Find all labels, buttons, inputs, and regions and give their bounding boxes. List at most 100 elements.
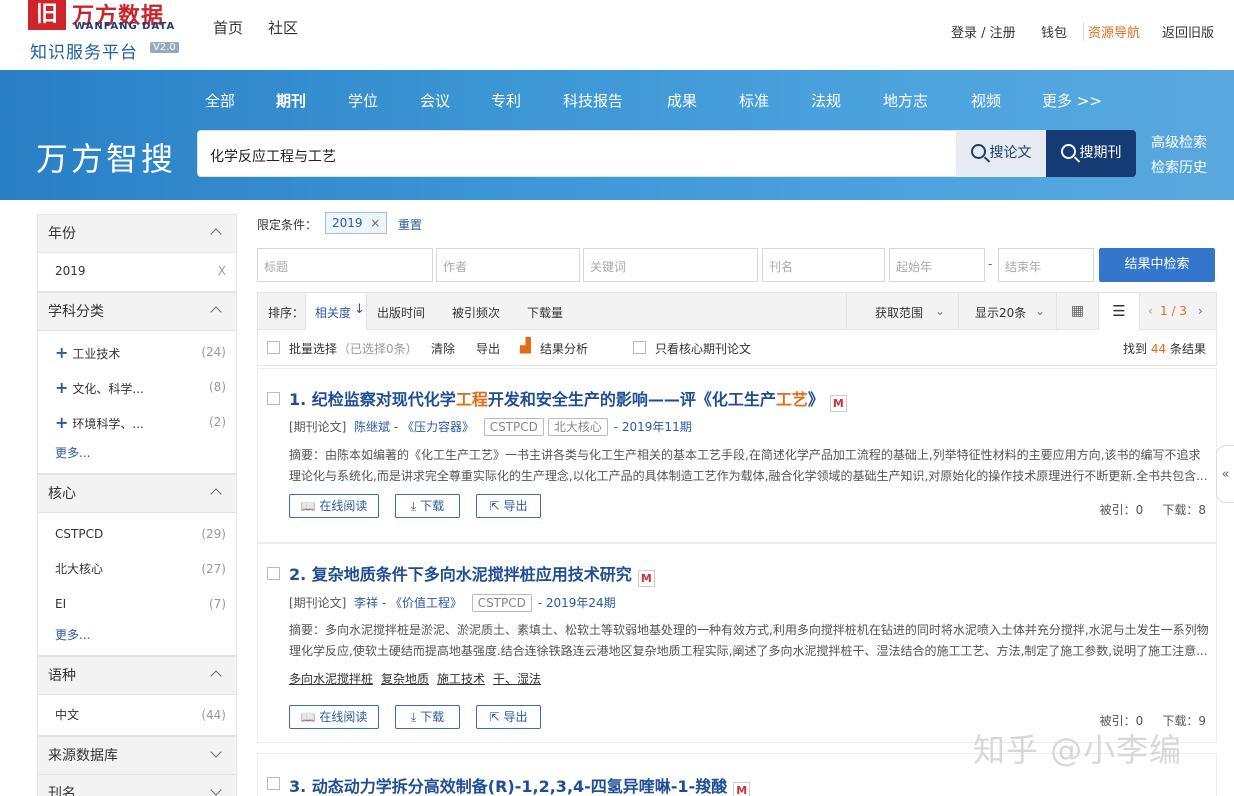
- read-online-button[interactable]: 📖 在线阅读: [289, 705, 379, 729]
- watermark: 知乎 @小李编: [973, 731, 1183, 769]
- facet-header[interactable]: 核心: [38, 475, 236, 513]
- chevron-down-icon: ⌄: [935, 304, 946, 318]
- search-journals-button[interactable]: 搜期刊: [1046, 130, 1136, 177]
- keyword-field[interactable]: 关键词: [583, 248, 758, 282]
- facet-header[interactable]: 年份: [38, 215, 236, 253]
- category-all[interactable]: 全部: [205, 90, 235, 111]
- facet-journal-name: 刊名: [37, 774, 237, 796]
- category-video[interactable]: 视频: [971, 90, 1001, 111]
- category-tech-report[interactable]: 科技报告: [563, 90, 623, 111]
- facet-item[interactable]: CSTPCD (29): [38, 517, 236, 552]
- category-achievement[interactable]: 成果: [667, 90, 697, 111]
- grid-view-icon[interactable]: ▦: [1056, 293, 1098, 330]
- author-link[interactable]: 陈继斌: [354, 420, 390, 434]
- result-checkbox[interactable]: [267, 777, 280, 790]
- list-view-icon[interactable]: ☰: [1098, 293, 1140, 330]
- filter-chip-2019[interactable]: 2019 ×: [325, 212, 388, 234]
- batch-select-label[interactable]: 批量选择: [289, 340, 337, 357]
- old-version-link[interactable]: 返回旧版: [1162, 22, 1214, 41]
- core-only-checkbox[interactable]: [633, 341, 646, 354]
- issue-link[interactable]: 2019年24期: [546, 596, 616, 610]
- facet-header[interactable]: 刊名: [38, 775, 236, 796]
- start-year-field[interactable]: 起始年: [889, 248, 985, 282]
- journal-link[interactable]: 《价值工程》: [390, 596, 462, 610]
- prev-page-icon[interactable]: ‹: [1148, 304, 1153, 318]
- select-all-checkbox[interactable]: [267, 341, 280, 354]
- export-link[interactable]: 导出: [476, 340, 500, 357]
- facet-header[interactable]: 学科分类: [38, 293, 236, 331]
- journal-link[interactable]: 《压力容器》: [402, 420, 474, 434]
- facet-item[interactable]: EI (7): [38, 587, 236, 622]
- facet-header[interactable]: 语种: [38, 657, 236, 695]
- clear-link[interactable]: 清除: [431, 340, 455, 357]
- sort-citations[interactable]: 被引频次: [452, 304, 500, 321]
- read-online-button[interactable]: 📖 在线阅读: [289, 494, 379, 518]
- sort-downloads[interactable]: 下载量: [527, 304, 563, 321]
- sort-pub-date[interactable]: 出版时间: [377, 304, 425, 321]
- per-page-dropdown[interactable]: 显示20条 ⌄: [958, 293, 1056, 330]
- nav-home[interactable]: 首页: [213, 17, 243, 38]
- download-button[interactable]: ⤓ 下载: [395, 705, 460, 729]
- facet-item[interactable]: + 工业技术 (24): [38, 335, 236, 370]
- result-title[interactable]: 1. 纪检监察对现代化学工程开发和安全生产的影响——评《化工生产工艺》 M: [289, 386, 847, 412]
- issue-link[interactable]: 2019年11期: [622, 420, 692, 434]
- search-papers-button[interactable]: 搜论文: [956, 130, 1046, 177]
- close-icon[interactable]: ×: [370, 216, 380, 230]
- book-icon: 📖: [300, 499, 316, 513]
- nav-community[interactable]: 社区: [268, 17, 298, 38]
- category-standard[interactable]: 标准: [739, 90, 769, 111]
- result-checkbox[interactable]: [267, 392, 280, 405]
- end-year-field[interactable]: 结束年: [998, 248, 1094, 282]
- facet-item-2019[interactable]: 2019 X: [38, 253, 236, 288]
- category-conference[interactable]: 会议: [420, 90, 450, 111]
- more-link[interactable]: 更多...: [38, 440, 236, 472]
- result-title[interactable]: 2. 复杂地质条件下多向水泥搅拌桩应用技术研究 M: [289, 561, 655, 587]
- range-dropdown[interactable]: 获取范围 ⌄: [846, 293, 958, 330]
- journal-name-field[interactable]: 刊名: [762, 248, 885, 282]
- resource-nav-link[interactable]: 资源导航: [1083, 22, 1140, 41]
- keyword-link[interactable]: 施工技术: [437, 672, 485, 686]
- search-input[interactable]: 化学反应工程与工艺: [197, 130, 957, 177]
- facet-item[interactable]: + 环境科学、... (2): [38, 405, 236, 440]
- result-checkbox[interactable]: [267, 567, 280, 580]
- category-journal[interactable]: 期刊: [276, 90, 306, 111]
- wallet-link[interactable]: 钱包: [1041, 22, 1067, 41]
- refine-search-button[interactable]: 结果中检索: [1099, 248, 1215, 282]
- export-button[interactable]: ⇱ 导出: [476, 705, 541, 729]
- result-meta: [期刊论文] 李祥 - 《价值工程》 CSTPCD - 2019年24期: [289, 594, 616, 612]
- wanfang-logo[interactable]: 旧 万方数据 WANFANG DATA 知识服务平台 V2.0: [28, 0, 180, 63]
- reset-link[interactable]: 重置: [398, 216, 422, 233]
- sort-relevance[interactable]: 相关度 ↓: [305, 293, 367, 330]
- result-title[interactable]: 3. 动态动力学拆分高效制备(R)-1,2,3,4-四氢异喹啉-1-羧酸 M: [289, 773, 751, 796]
- author-field[interactable]: 作者: [436, 248, 580, 282]
- plus-icon[interactable]: +: [55, 378, 68, 397]
- facet-header[interactable]: 来源数据库: [38, 737, 236, 775]
- keyword-link[interactable]: 干、湿法: [493, 672, 541, 686]
- analysis-link[interactable]: 结果分析: [540, 340, 588, 357]
- category-law[interactable]: 法规: [811, 90, 841, 111]
- core-only-label[interactable]: 只看核心期刊论文: [655, 340, 751, 357]
- search-input-value: 化学反应工程与工艺: [210, 149, 336, 165]
- download-button[interactable]: ⤓ 下载: [395, 494, 460, 518]
- collapse-panel-icon[interactable]: «: [1216, 445, 1234, 503]
- category-local-chronicle[interactable]: 地方志: [883, 90, 928, 111]
- keyword-link[interactable]: 多向水泥搅拌桩: [289, 672, 373, 686]
- category-patent[interactable]: 专利: [491, 90, 521, 111]
- facet-item[interactable]: 北大核心 (27): [38, 552, 236, 587]
- category-more[interactable]: 更多 >>: [1042, 90, 1102, 111]
- next-page-icon[interactable]: ›: [1198, 304, 1203, 318]
- plus-icon[interactable]: +: [55, 413, 68, 432]
- remove-icon[interactable]: X: [218, 253, 226, 290]
- more-link[interactable]: 更多...: [38, 622, 236, 654]
- keyword-link[interactable]: 复杂地质: [381, 672, 429, 686]
- advanced-search-link[interactable]: 高级检索: [1151, 132, 1207, 152]
- facet-item[interactable]: 中文 (44): [38, 695, 236, 730]
- export-button[interactable]: ⇱ 导出: [476, 494, 541, 518]
- category-thesis[interactable]: 学位: [348, 90, 378, 111]
- title-field[interactable]: 标题: [257, 248, 433, 282]
- login-register-link[interactable]: 登录 / 注册: [951, 22, 1016, 41]
- search-history-link[interactable]: 检索历史: [1151, 157, 1207, 177]
- author-link[interactable]: 李祥: [354, 596, 378, 610]
- facet-item[interactable]: + 文化、科学... (8): [38, 370, 236, 405]
- plus-icon[interactable]: +: [55, 343, 68, 362]
